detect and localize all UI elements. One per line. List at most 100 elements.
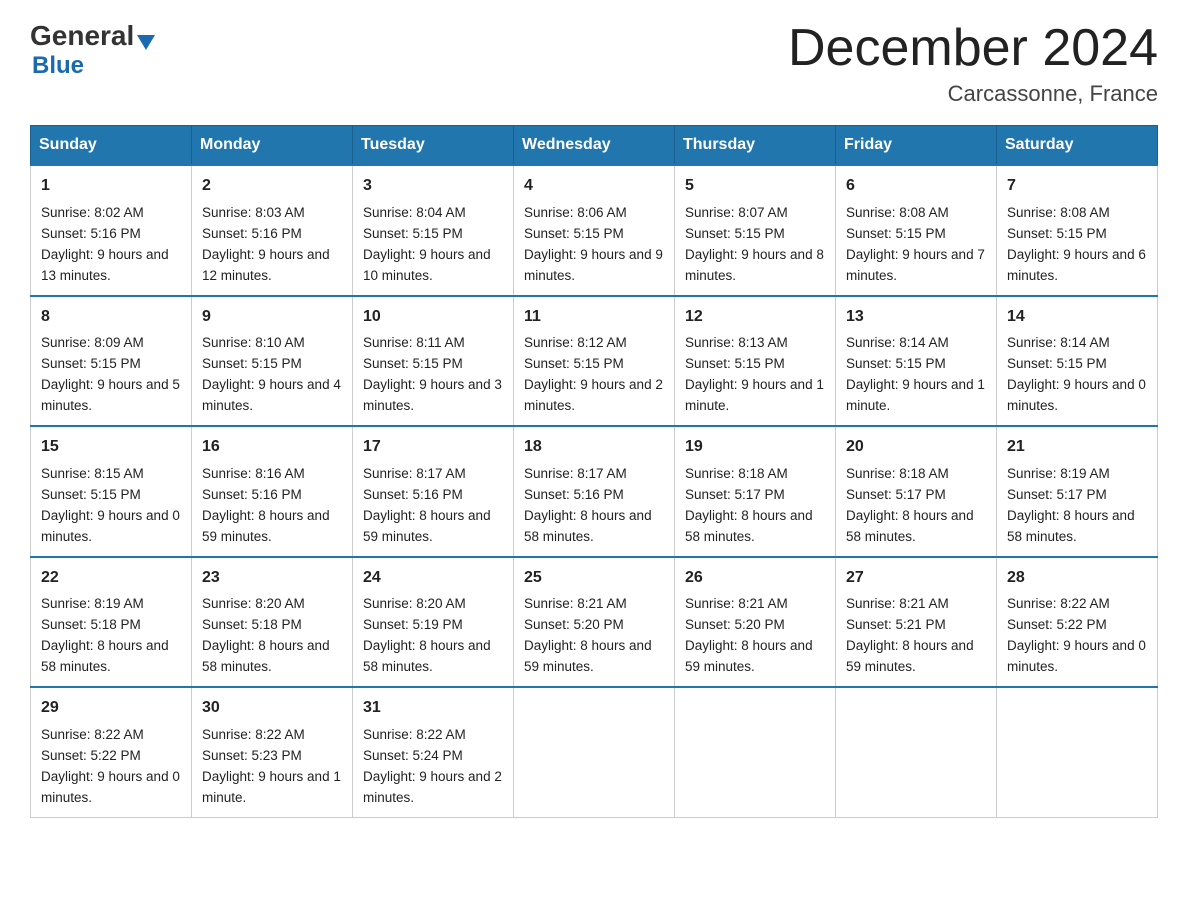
- daylight-text: Daylight: 9 hours and 6 minutes.: [1007, 247, 1146, 283]
- day-number: 22: [41, 566, 181, 591]
- sunrise-text: Sunrise: 8:19 AM: [41, 596, 144, 611]
- sunrise-text: Sunrise: 8:22 AM: [1007, 596, 1110, 611]
- calendar-subtitle: Carcassonne, France: [788, 81, 1158, 107]
- day-number: 16: [202, 435, 342, 460]
- day-number: 21: [1007, 435, 1147, 460]
- sunset-text: Sunset: 5:15 PM: [1007, 356, 1107, 371]
- sunset-text: Sunset: 5:15 PM: [41, 487, 141, 502]
- sunrise-text: Sunrise: 8:18 AM: [846, 466, 949, 481]
- sunset-text: Sunset: 5:15 PM: [524, 356, 624, 371]
- sunset-text: Sunset: 5:22 PM: [41, 748, 141, 763]
- logo-general-text: General: [30, 20, 134, 52]
- logo-blue-text: Blue: [32, 52, 84, 79]
- day-number: 29: [41, 696, 181, 721]
- sunrise-text: Sunrise: 8:14 AM: [1007, 335, 1110, 350]
- table-row: 6 Sunrise: 8:08 AM Sunset: 5:15 PM Dayli…: [836, 165, 997, 295]
- sunset-text: Sunset: 5:19 PM: [363, 617, 463, 632]
- sunrise-text: Sunrise: 8:07 AM: [685, 205, 788, 220]
- day-number: 28: [1007, 566, 1147, 591]
- day-number: 12: [685, 305, 825, 330]
- sunrise-text: Sunrise: 8:22 AM: [202, 727, 305, 742]
- sunset-text: Sunset: 5:24 PM: [363, 748, 463, 763]
- daylight-text: Daylight: 9 hours and 0 minutes.: [41, 508, 180, 544]
- day-number: 30: [202, 696, 342, 721]
- daylight-text: Daylight: 8 hours and 58 minutes.: [202, 638, 330, 674]
- daylight-text: Daylight: 8 hours and 59 minutes.: [363, 508, 491, 544]
- page-header: General Blue December 2024 Carcassonne, …: [30, 20, 1158, 107]
- sunrise-text: Sunrise: 8:22 AM: [41, 727, 144, 742]
- daylight-text: Daylight: 9 hours and 0 minutes.: [41, 769, 180, 805]
- sunrise-text: Sunrise: 8:11 AM: [363, 335, 465, 350]
- day-number: 17: [363, 435, 503, 460]
- sunrise-text: Sunrise: 8:20 AM: [363, 596, 466, 611]
- daylight-text: Daylight: 8 hours and 58 minutes.: [685, 508, 813, 544]
- day-number: 31: [363, 696, 503, 721]
- sunset-text: Sunset: 5:15 PM: [1007, 226, 1107, 241]
- table-row: 17 Sunrise: 8:17 AM Sunset: 5:16 PM Dayl…: [353, 426, 514, 556]
- day-number: 2: [202, 174, 342, 199]
- title-block: December 2024 Carcassonne, France: [788, 20, 1158, 107]
- sunset-text: Sunset: 5:15 PM: [202, 356, 302, 371]
- table-row: 15 Sunrise: 8:15 AM Sunset: 5:15 PM Dayl…: [31, 426, 192, 556]
- sunrise-text: Sunrise: 8:03 AM: [202, 205, 305, 220]
- sunset-text: Sunset: 5:16 PM: [202, 226, 302, 241]
- day-number: 8: [41, 305, 181, 330]
- table-row: 11 Sunrise: 8:12 AM Sunset: 5:15 PM Dayl…: [514, 296, 675, 426]
- sunrise-text: Sunrise: 8:22 AM: [363, 727, 466, 742]
- sunset-text: Sunset: 5:20 PM: [685, 617, 785, 632]
- daylight-text: Daylight: 8 hours and 58 minutes.: [1007, 508, 1135, 544]
- daylight-text: Daylight: 9 hours and 0 minutes.: [1007, 377, 1146, 413]
- sunrise-text: Sunrise: 8:04 AM: [363, 205, 466, 220]
- sunset-text: Sunset: 5:18 PM: [202, 617, 302, 632]
- sunset-text: Sunset: 5:15 PM: [685, 226, 785, 241]
- sunset-text: Sunset: 5:15 PM: [524, 226, 624, 241]
- col-saturday: Saturday: [997, 126, 1158, 166]
- sunrise-text: Sunrise: 8:02 AM: [41, 205, 144, 220]
- logo-triangle-icon: [137, 35, 155, 50]
- sunrise-text: Sunrise: 8:21 AM: [685, 596, 788, 611]
- sunrise-text: Sunrise: 8:15 AM: [41, 466, 144, 481]
- daylight-text: Daylight: 8 hours and 58 minutes.: [363, 638, 491, 674]
- sunset-text: Sunset: 5:23 PM: [202, 748, 302, 763]
- table-row: 22 Sunrise: 8:19 AM Sunset: 5:18 PM Dayl…: [31, 557, 192, 687]
- sunset-text: Sunset: 5:21 PM: [846, 617, 946, 632]
- daylight-text: Daylight: 9 hours and 0 minutes.: [1007, 638, 1146, 674]
- sunrise-text: Sunrise: 8:16 AM: [202, 466, 305, 481]
- sunrise-text: Sunrise: 8:12 AM: [524, 335, 627, 350]
- daylight-text: Daylight: 8 hours and 58 minutes.: [846, 508, 974, 544]
- day-number: 9: [202, 305, 342, 330]
- sunrise-text: Sunrise: 8:21 AM: [846, 596, 949, 611]
- day-number: 10: [363, 305, 503, 330]
- sunset-text: Sunset: 5:15 PM: [41, 356, 141, 371]
- daylight-text: Daylight: 8 hours and 58 minutes.: [524, 508, 652, 544]
- table-row: 19 Sunrise: 8:18 AM Sunset: 5:17 PM Dayl…: [675, 426, 836, 556]
- sunset-text: Sunset: 5:22 PM: [1007, 617, 1107, 632]
- calendar-table: Sunday Monday Tuesday Wednesday Thursday…: [30, 125, 1158, 817]
- table-row: 2 Sunrise: 8:03 AM Sunset: 5:16 PM Dayli…: [192, 165, 353, 295]
- sunset-text: Sunset: 5:15 PM: [363, 356, 463, 371]
- sunset-text: Sunset: 5:15 PM: [363, 226, 463, 241]
- col-monday: Monday: [192, 126, 353, 166]
- calendar-week-row: 8 Sunrise: 8:09 AM Sunset: 5:15 PM Dayli…: [31, 296, 1158, 426]
- daylight-text: Daylight: 9 hours and 3 minutes.: [363, 377, 502, 413]
- sunset-text: Sunset: 5:16 PM: [363, 487, 463, 502]
- table-row: 10 Sunrise: 8:11 AM Sunset: 5:15 PM Dayl…: [353, 296, 514, 426]
- daylight-text: Daylight: 8 hours and 59 minutes.: [202, 508, 330, 544]
- table-row: 9 Sunrise: 8:10 AM Sunset: 5:15 PM Dayli…: [192, 296, 353, 426]
- table-row: [675, 687, 836, 817]
- day-number: 14: [1007, 305, 1147, 330]
- table-row: 13 Sunrise: 8:14 AM Sunset: 5:15 PM Dayl…: [836, 296, 997, 426]
- daylight-text: Daylight: 8 hours and 59 minutes.: [685, 638, 813, 674]
- daylight-text: Daylight: 9 hours and 2 minutes.: [363, 769, 502, 805]
- table-row: 8 Sunrise: 8:09 AM Sunset: 5:15 PM Dayli…: [31, 296, 192, 426]
- daylight-text: Daylight: 9 hours and 7 minutes.: [846, 247, 985, 283]
- table-row: 18 Sunrise: 8:17 AM Sunset: 5:16 PM Dayl…: [514, 426, 675, 556]
- day-number: 3: [363, 174, 503, 199]
- table-row: 25 Sunrise: 8:21 AM Sunset: 5:20 PM Dayl…: [514, 557, 675, 687]
- sunset-text: Sunset: 5:16 PM: [524, 487, 624, 502]
- sunrise-text: Sunrise: 8:19 AM: [1007, 466, 1110, 481]
- day-number: 27: [846, 566, 986, 591]
- sunset-text: Sunset: 5:15 PM: [846, 226, 946, 241]
- table-row: 4 Sunrise: 8:06 AM Sunset: 5:15 PM Dayli…: [514, 165, 675, 295]
- daylight-text: Daylight: 9 hours and 12 minutes.: [202, 247, 330, 283]
